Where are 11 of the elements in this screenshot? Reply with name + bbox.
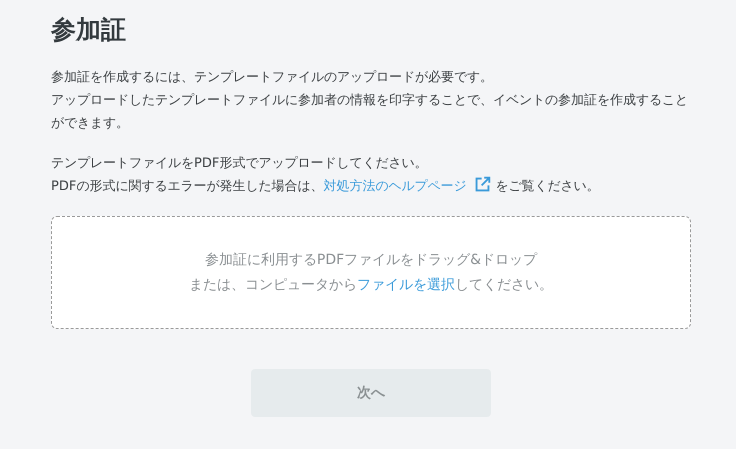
file-drop-area[interactable]: 参加証に利用するPDFファイルをドラッグ&ドロップ または、コンピュータから ファイルを選択 してください。 bbox=[51, 216, 691, 329]
instruction-text: PDFの形式に関するエラーが発生した場合は、対処方法のヘルプページ をご覧ください。 bbox=[51, 175, 691, 198]
description-text: アップロードしたテンプレートファイルに参加者の情報を印字することで、イベントの参加証を作成することができます。 bbox=[51, 92, 689, 133]
help-page-link[interactable]: 対処方法のヘルプページ bbox=[323, 179, 466, 194]
description-text: 参加証を作成するには、テンプレートファイルのアップロードが必要です。 bbox=[51, 69, 494, 87]
instruction-text: テンプレートファイルをPDF形式でアップロードしてください。 bbox=[51, 155, 428, 173]
page-title: 参加証 bbox=[51, 14, 127, 46]
file-select-text: または、コンピュータから ファイルを選択 してください。 bbox=[189, 276, 553, 294]
file-select-link[interactable]: ファイルを選択 bbox=[357, 276, 455, 292]
external-link-icon[interactable] bbox=[474, 176, 492, 193]
drop-instruction-text: 参加証に利用するPDFファイルをドラッグ&ドロップ bbox=[204, 250, 538, 270]
